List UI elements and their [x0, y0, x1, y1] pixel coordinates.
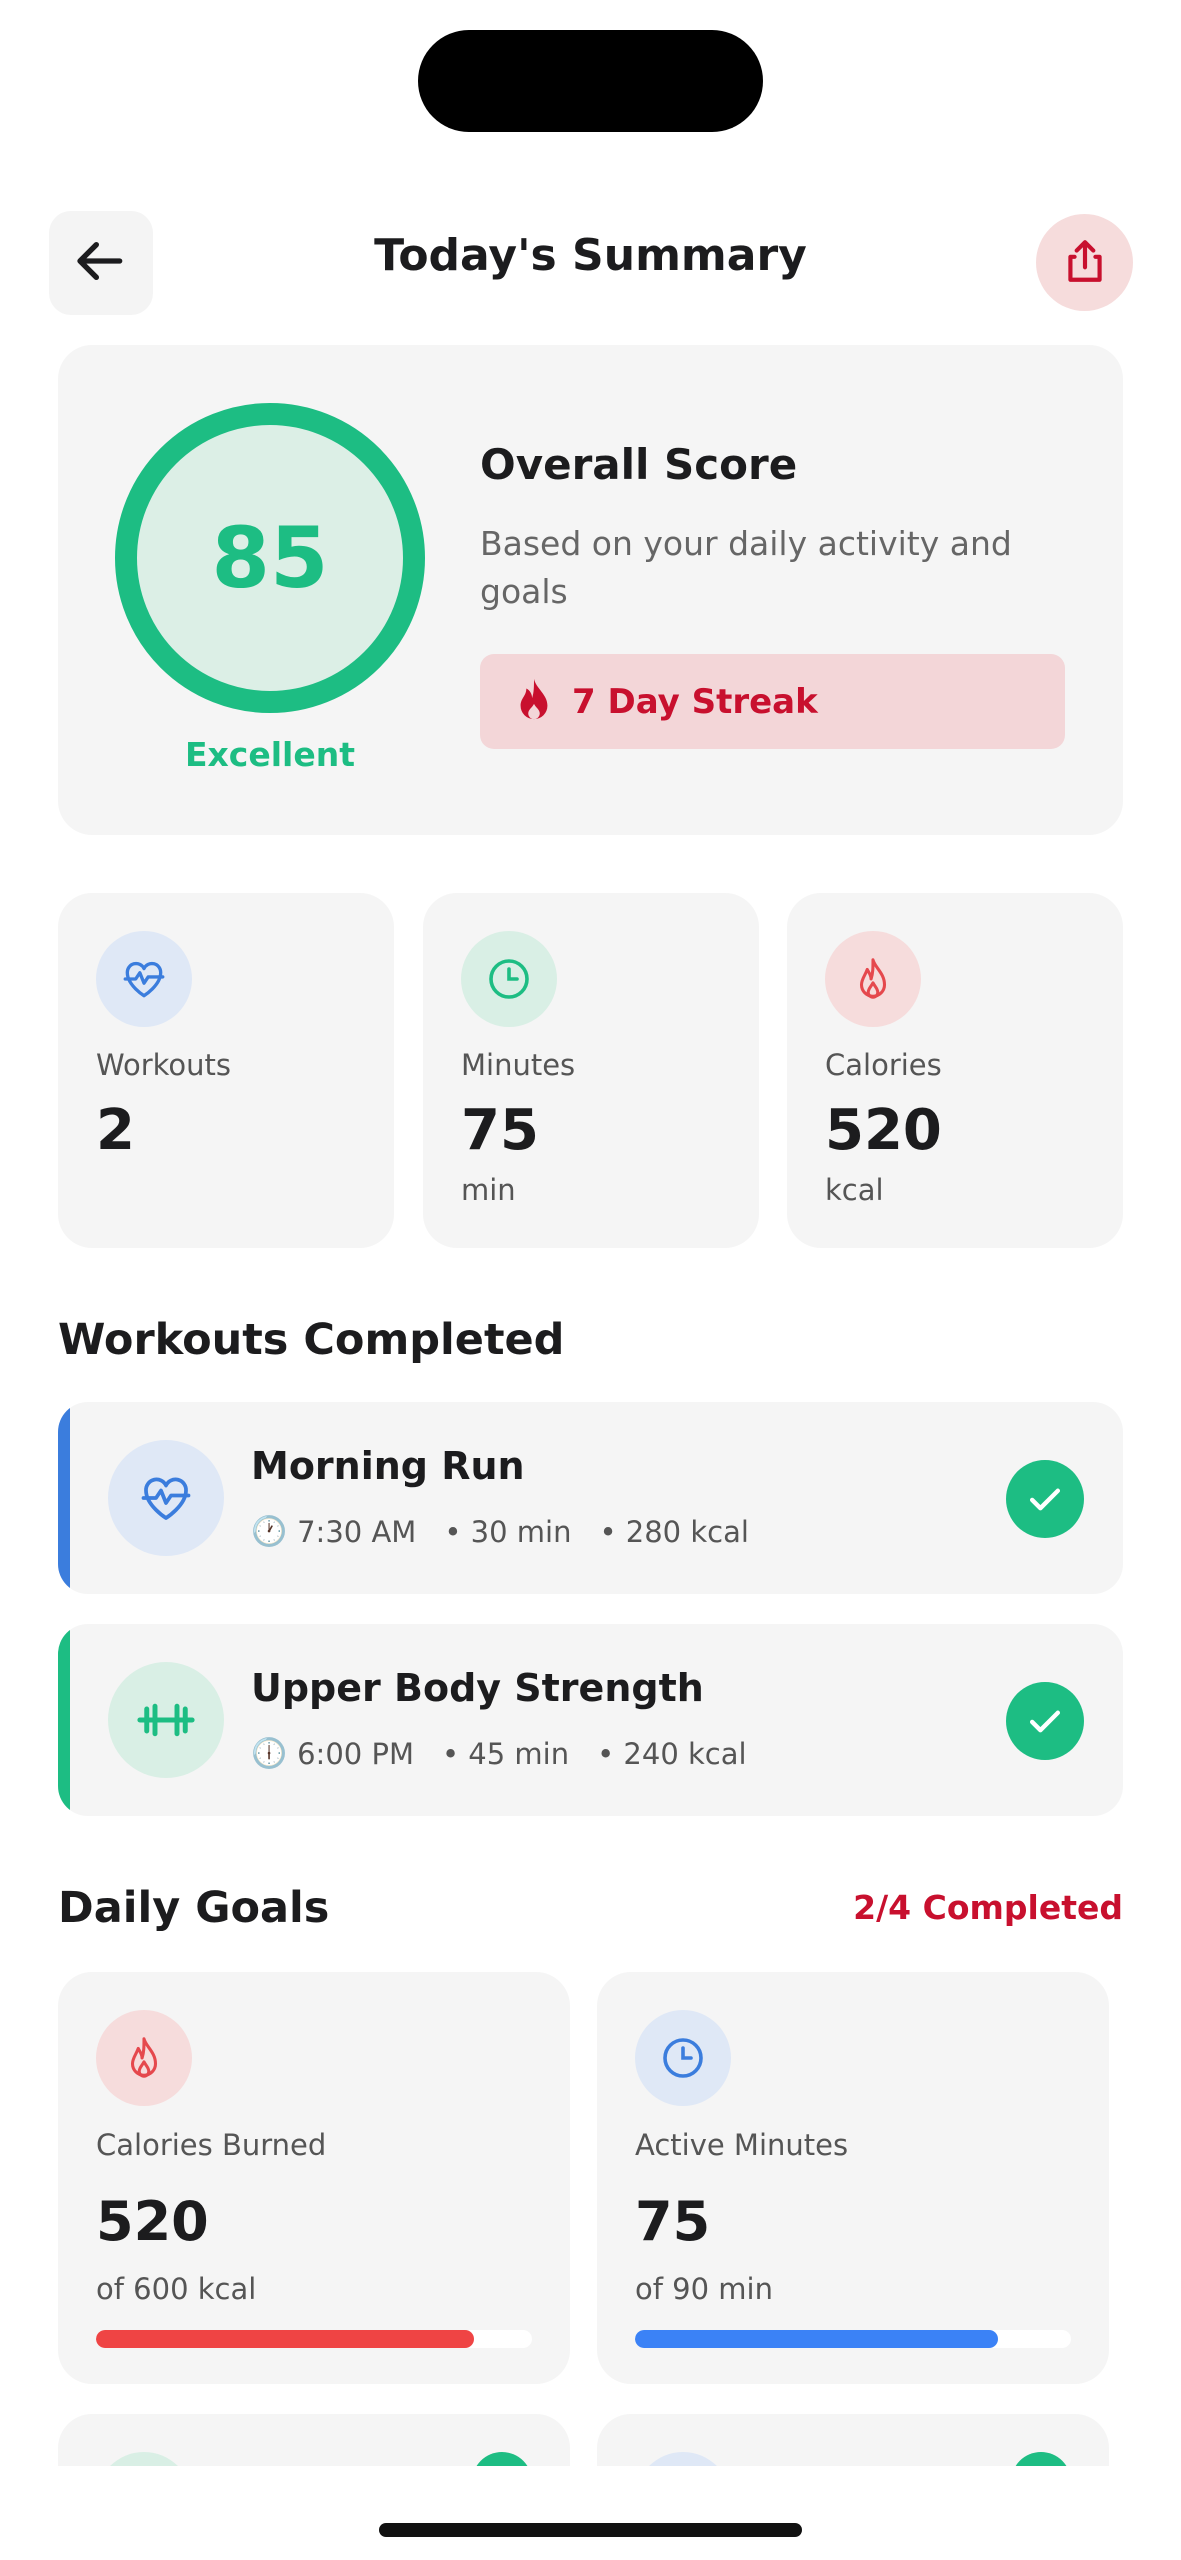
bottom-safe-area: [0, 2466, 1181, 2560]
goal-value: 75: [635, 2190, 711, 2253]
goal-value: 520: [96, 2190, 209, 2253]
flame-icon: [514, 677, 554, 727]
dynamic-island: [418, 30, 763, 132]
page-title: Today's Summary: [374, 230, 807, 281]
stat-value: 2: [96, 1098, 135, 1163]
workout-time: 6:00 PM: [297, 1736, 414, 1771]
stat-card-minutes: Minutes 75 min: [423, 893, 759, 1248]
home-indicator[interactable]: [379, 2523, 802, 2537]
clock-icon: [461, 931, 557, 1027]
stat-label: Workouts: [96, 1048, 232, 1082]
heart-pulse-icon: [108, 1440, 224, 1556]
goal-label: Active Minutes: [635, 2128, 849, 2162]
checkmark-icon: [1006, 1460, 1084, 1538]
stat-unit: min: [461, 1173, 516, 1207]
stat-card-workouts: Workouts 2: [58, 893, 394, 1248]
workout-name: Morning Run: [251, 1444, 525, 1488]
flame-icon: [96, 2010, 192, 2106]
clock-icon: [635, 2010, 731, 2106]
score-ring: 85: [115, 403, 425, 713]
clock-emoji-icon: 🕕: [251, 1736, 288, 1770]
workout-duration: • 45 min: [441, 1736, 570, 1771]
stat-value: 75: [461, 1098, 539, 1163]
score-value: 85: [211, 509, 329, 607]
dumbbell-icon: [108, 1662, 224, 1778]
goal-target: of 600 kcal: [96, 2272, 257, 2306]
goal-progress-fill: [635, 2330, 999, 2348]
workout-calories: • 240 kcal: [597, 1736, 747, 1771]
goal-label: Calories Burned: [96, 2128, 327, 2162]
goals-completed-count: 2/4 Completed: [853, 1888, 1123, 1927]
accent-bar: [58, 1624, 70, 1816]
accent-bar: [58, 1402, 70, 1594]
goal-progress-track: [635, 2330, 1071, 2348]
overall-score-title: Overall Score: [480, 440, 798, 489]
workouts-section-title: Workouts Completed: [58, 1315, 565, 1365]
workout-calories: • 280 kcal: [599, 1514, 749, 1549]
goal-card-active-minutes[interactable]: Active Minutes 75 of 90 min: [597, 1972, 1109, 2384]
stat-label: Minutes: [461, 1048, 576, 1082]
goal-target: of 90 min: [635, 2272, 773, 2306]
streak-badge: 7 Day Streak: [480, 654, 1065, 749]
goal-progress-track: [96, 2330, 532, 2348]
daily-goals-title: Daily Goals: [58, 1883, 330, 1933]
workout-name: Upper Body Strength: [251, 1666, 704, 1710]
workout-meta: 🕐 7:30 AM • 30 min • 280 kcal: [251, 1514, 749, 1549]
workout-meta: 🕕 6:00 PM • 45 min • 240 kcal: [251, 1736, 747, 1771]
share-icon: [1060, 236, 1110, 290]
share-button[interactable]: [1036, 214, 1133, 311]
stat-card-calories: Calories 520 kcal: [787, 893, 1123, 1248]
workout-time: 7:30 AM: [297, 1514, 417, 1549]
score-rating: Excellent: [184, 735, 356, 774]
streak-label: 7 Day Streak: [572, 681, 818, 722]
flame-icon: [825, 931, 921, 1027]
stat-value: 520: [825, 1098, 942, 1163]
heart-pulse-icon: [96, 931, 192, 1027]
checkmark-icon: [1006, 1682, 1084, 1760]
workout-duration: • 30 min: [444, 1514, 572, 1549]
clock-emoji-icon: 🕐: [251, 1514, 288, 1548]
goal-progress-fill: [96, 2330, 474, 2348]
goal-card-calories-burned[interactable]: Calories Burned 520 of 600 kcal: [58, 1972, 570, 2384]
workout-item-upper-body-strength[interactable]: Upper Body Strength 🕕 6:00 PM • 45 min •…: [58, 1624, 1123, 1816]
overall-score-description: Based on your daily activity and goals: [480, 524, 1012, 611]
stat-unit: kcal: [825, 1173, 884, 1207]
stat-label: Calories: [825, 1048, 942, 1082]
workout-item-morning-run[interactable]: Morning Run 🕐 7:30 AM • 30 min • 280 kca…: [58, 1402, 1123, 1594]
